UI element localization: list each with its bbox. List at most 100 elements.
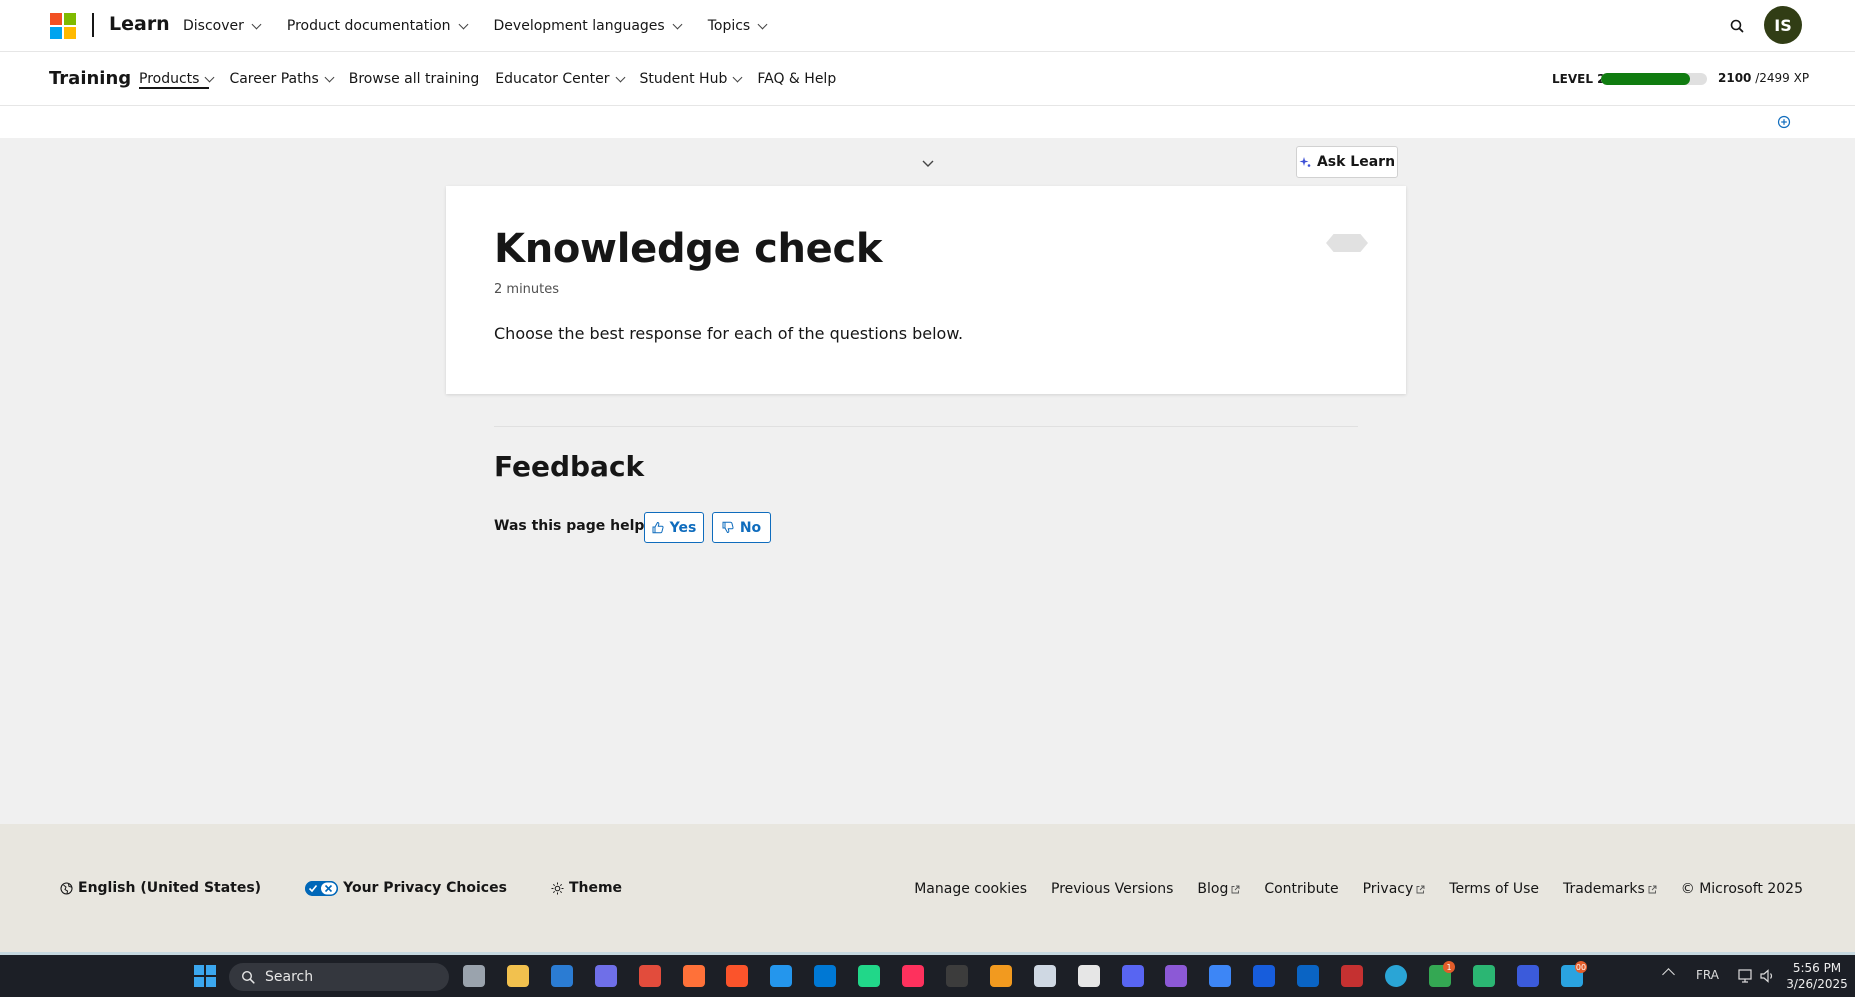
taskbar-ai-assistant-icon[interactable] [1078,965,1100,987]
training-title[interactable]: Training [49,68,131,89]
nav-label: FAQ & Help [757,71,837,87]
input-language[interactable]: FRA [1696,968,1719,982]
external-link-icon [1648,885,1657,893]
tray-overflow-chevron-icon[interactable] [1662,968,1675,981]
footer-link-label: Privacy [1362,881,1414,897]
taskbar-arc-icon[interactable] [1517,965,1539,987]
footer-link-privacy[interactable]: Privacy [1363,881,1426,897]
training-header: Training Products Career Paths Browse al… [0,52,1855,106]
privacy-choices-link[interactable]: Your Privacy Choices [305,880,507,896]
ask-learn-button[interactable]: Ask Learn [1296,146,1398,178]
taskbar-telegram-icon[interactable]: 00 [1561,961,1587,987]
taskbar-virtualbox-icon[interactable] [1034,965,1056,987]
taskbar-file-explorer-icon[interactable] [507,965,529,987]
nav-label: Products [139,71,200,87]
taskbar-voicemeeter-icon[interactable] [1341,965,1363,987]
nav-discover[interactable]: Discover [183,18,262,34]
start-button[interactable] [194,965,216,987]
external-link-icon [1416,885,1425,893]
user-avatar[interactable]: IS [1764,6,1802,44]
clock-date: 3/26/2025 [1786,977,1848,991]
logo-divider [92,13,94,37]
taskbar-terminal-icon[interactable] [946,965,968,987]
taskbar-outlook-icon[interactable] [1297,965,1319,987]
taskbar-edge-icon[interactable] [1385,965,1407,987]
xp-progress-fill [1601,73,1691,85]
taskbar-chrome-icon[interactable] [639,965,661,987]
training-nav-student-hub[interactable]: Student Hub [640,52,743,106]
xp-total: /2499 XP [1755,71,1810,85]
training-nav-faq-help[interactable]: FAQ & Help [757,52,836,106]
feedback-yes-button[interactable]: Yes [644,512,704,543]
training-nav-products[interactable]: Products [139,52,215,106]
microsoft-logo[interactable] [50,13,76,39]
search-button[interactable] [1726,15,1748,37]
taskbar-discord-icon[interactable] [1122,965,1144,987]
taskbar-pycharm-icon[interactable] [858,965,880,987]
nav-product-documentation[interactable]: Product documentation [287,18,468,34]
nav-topics[interactable]: Topics [708,18,768,34]
taskbar-bitwarden-icon[interactable] [1253,965,1275,987]
ask-learn-label: Ask Learn [1316,154,1396,170]
training-nav-career-paths[interactable]: Career Paths [229,52,335,106]
notification-badge: 1 [1443,961,1455,973]
windows-taskbar: Search 1 00 FRA 5:56 PM 3/26/2025 [0,955,1855,997]
locale-selector[interactable]: English (United States) [60,880,261,896]
taskbar-firefox-icon[interactable] [683,965,705,987]
volume-icon[interactable] [1758,967,1776,985]
taskbar-visual-studio-icon[interactable] [1165,965,1187,987]
footer-links: Manage cookies Previous Versions Blog Co… [890,881,1803,897]
system-clock[interactable]: 5:56 PM 3/26/2025 [1780,960,1854,992]
footer-link-blog[interactable]: Blog [1197,881,1240,897]
taskbar-intellij-icon[interactable] [902,965,924,987]
xp-current: 2100 [1718,71,1752,85]
toolbar-strip [0,106,1855,138]
taskbar-virtual-desktop-icon[interactable] [990,965,1012,987]
nav-label: Discover [183,18,244,34]
add-button[interactable] [1777,114,1791,129]
sparkle-icon [1299,157,1311,167]
taskbar-task-view-icon[interactable] [463,965,485,987]
taskbar-edge-dev-icon[interactable] [1473,965,1495,987]
taskbar-vscode-icon[interactable] [814,965,836,987]
global-nav: Discover Product documentation Developme… [183,0,793,52]
network-icon[interactable] [1736,967,1754,985]
taskbar-copilot-icon[interactable] [595,965,617,987]
nav-label: Career Paths [229,71,319,87]
feedback-no-button[interactable]: No [712,512,771,543]
collapse-toggle[interactable] [920,155,936,167]
training-nav-browse-all[interactable]: Browse all training [349,52,479,106]
nav-development-languages[interactable]: Development languages [494,18,683,34]
xp-readout: 2100 /2499 XP [1718,71,1809,85]
taskbar-microsoft-store-icon[interactable] [551,965,573,987]
locale-label: English (United States) [78,880,262,896]
footer-link-contribute[interactable]: Contribute [1264,881,1338,897]
taskbar-app-shield-icon[interactable] [1209,965,1231,987]
unit-card: Knowledge check 2 minutes Choose the bes… [446,186,1406,394]
nav-label: Educator Center [495,71,610,87]
footer-link-trademarks[interactable]: Trademarks [1563,881,1657,897]
footer-link-previous-versions[interactable]: Previous Versions [1051,881,1173,897]
theme-label: Theme [568,880,623,896]
notification-badge: 00 [1575,961,1587,973]
taskbar-brave-icon[interactable] [726,965,748,987]
taskbar-chrome-profile-icon[interactable]: 1 [1429,961,1455,987]
footer-link-label: Contribute [1264,881,1339,897]
unit-duration: 2 minutes [494,282,560,297]
footer-link-label: Previous Versions [1051,881,1174,897]
theme-selector[interactable]: Theme [551,880,622,896]
footer-link-manage-cookies[interactable]: Manage cookies [914,881,1027,897]
training-nav-educator-center[interactable]: Educator Center [495,52,625,106]
globe-icon [60,881,73,895]
chevron-down-icon [672,19,683,29]
taskbar-search[interactable]: Search [229,963,449,991]
footer-link-terms-of-use[interactable]: Terms of Use [1449,881,1539,897]
feedback-divider [494,426,1358,427]
chevron-down-icon [251,19,262,29]
brand-learn-link[interactable]: Learn [109,13,170,35]
search-icon [1730,19,1744,33]
plus-circle-icon [1777,115,1791,129]
feedback-yes-label: Yes [669,519,697,536]
clock-time: 5:56 PM [1792,961,1842,975]
taskbar-docker-icon[interactable] [770,965,792,987]
